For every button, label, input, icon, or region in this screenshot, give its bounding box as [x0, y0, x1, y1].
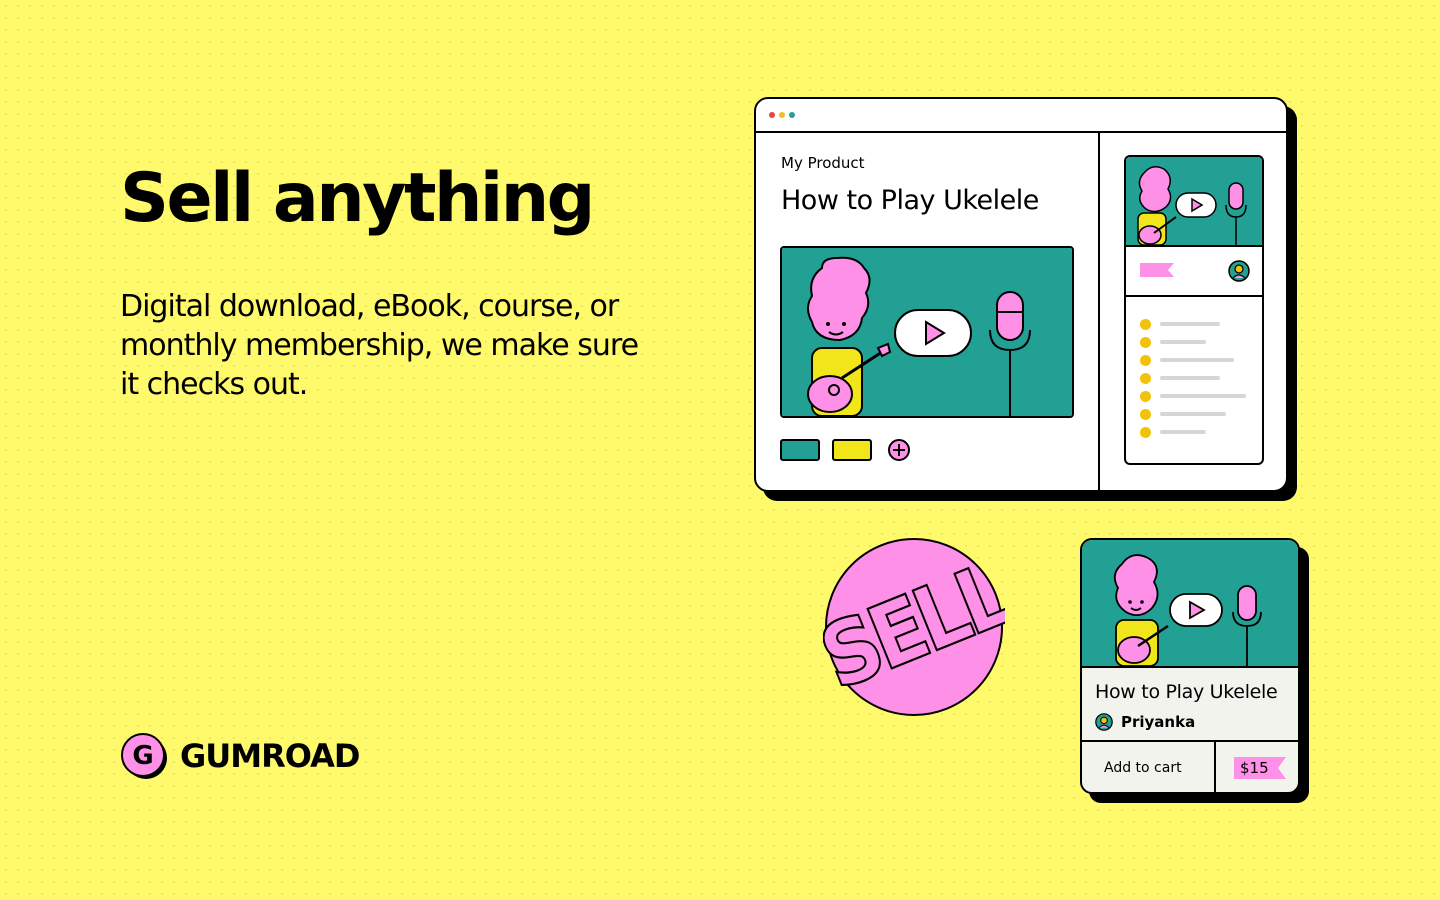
- mini-preview-list: [1140, 315, 1246, 441]
- card-author[interactable]: Priyanka: [1095, 713, 1195, 731]
- card-product-title[interactable]: How to Play Ukelele: [1095, 681, 1278, 703]
- product-label: My Product: [781, 154, 865, 172]
- sell-sticker: SELL: [823, 538, 1005, 716]
- gumroad-logo[interactable]: G gumroad: [120, 732, 360, 780]
- mini-preview-image: [1126, 157, 1262, 247]
- browser-mockup: My Product How to Play Ukelele: [754, 97, 1288, 492]
- add-thumbnail-icon[interactable]: [887, 438, 911, 462]
- video-preview[interactable]: [780, 246, 1074, 418]
- author-avatar-icon: [1095, 713, 1113, 731]
- hero-subtext: Digital download, eBook, course, or mont…: [120, 289, 639, 402]
- avatar-icon: [1228, 260, 1250, 282]
- price-label: $15: [1240, 759, 1269, 777]
- window-dot-red: [769, 112, 775, 118]
- product-title: How to Play Ukelele: [781, 185, 1039, 216]
- add-to-cart-button[interactable]: Add to cart: [1104, 760, 1182, 776]
- card-author-name: Priyanka: [1121, 713, 1196, 731]
- browser-chrome: [756, 99, 1286, 133]
- product-card-image: [1082, 540, 1298, 668]
- product-card[interactable]: How to Play Ukelele Priyanka Add to cart…: [1080, 538, 1300, 794]
- mini-preview-meta: [1126, 247, 1262, 297]
- brand-wordmark: gumroad: [180, 737, 360, 775]
- window-dot-green: [789, 112, 795, 118]
- window-dot-yellow: [779, 112, 785, 118]
- logo-letter: G: [132, 741, 153, 771]
- thumbnail-teal[interactable]: [780, 439, 820, 461]
- panel-divider: [1098, 133, 1100, 490]
- card-footer: Add to cart $15: [1082, 740, 1298, 792]
- gumroad-logo-icon: G: [121, 733, 167, 779]
- thumbnail-yellow[interactable]: [832, 439, 872, 461]
- footer-divider: [1214, 742, 1216, 792]
- hero-headline: Sell anything: [120, 159, 595, 238]
- mini-preview-card: [1124, 155, 1264, 465]
- price-tag-icon: [1140, 263, 1174, 277]
